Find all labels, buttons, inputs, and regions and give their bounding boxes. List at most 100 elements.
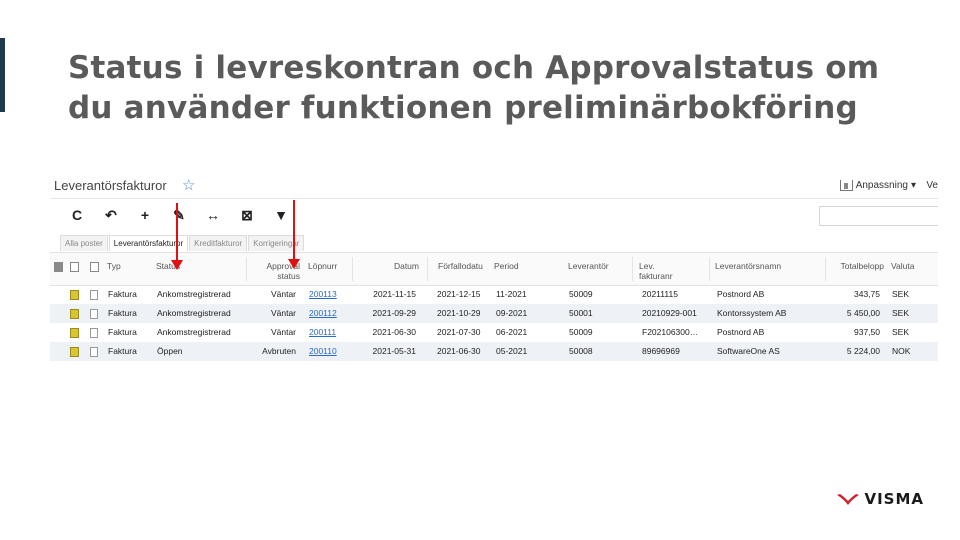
tab-kreditfakturor[interactable]: Kreditfakturor: [189, 235, 248, 251]
document-icon[interactable]: [90, 347, 98, 357]
tab-korrigeringar[interactable]: Korrigeringar: [248, 235, 305, 251]
col-header-valuta[interactable]: Valuta: [891, 261, 914, 271]
cell-status: Öppen: [157, 346, 183, 356]
col-header-lopnr[interactable]: Löpnurr: [308, 261, 337, 271]
cell-totalbelopp: 5 450,00: [846, 308, 880, 318]
table-row[interactable]: Faktura Öppen Avbruten 200110 2021-05-31…: [50, 342, 938, 361]
table-row[interactable]: Faktura Ankomstregistrerad Väntar 200112…: [50, 304, 938, 323]
table-row[interactable]: Faktura Ankomstregistrerad Väntar 200111…: [50, 323, 938, 342]
cell-datum: 2021-05-31: [372, 346, 416, 356]
col-header-totalbelopp[interactable]: Totalbelopp: [830, 261, 884, 271]
favorite-star-icon[interactable]: ☆: [182, 176, 195, 194]
cell-valuta: SEK: [892, 289, 910, 299]
note-icon[interactable]: [70, 309, 79, 319]
document-column-icon: [90, 262, 99, 272]
col-header-levfakt-line2: fakturanr: [639, 271, 673, 281]
note-icon[interactable]: [70, 347, 79, 357]
tab-alla-poster[interactable]: Alla poster: [60, 235, 108, 251]
tab-bar: Alla poster Leverantörsfakturor Kreditfa…: [60, 235, 305, 251]
column-separator: [825, 257, 826, 281]
page-title: Leverantörsfakturor: [54, 178, 167, 193]
cell-leverantor: 50009: [569, 327, 593, 337]
toolbar: C ↶ + ✎ ↔ ⊠ ▼: [60, 206, 298, 224]
col-header-forfallodatum[interactable]: Förfallodatu: [438, 261, 483, 271]
col-header-lev-fakturanr[interactable]: Lev. fakturanr: [639, 261, 673, 281]
cell-totalbelopp: 343,75: [854, 289, 880, 299]
chevron-down-icon: ▾: [910, 180, 916, 191]
note-icon[interactable]: [70, 328, 79, 338]
cell-valuta: SEK: [892, 308, 910, 318]
cell-typ: Faktura: [108, 327, 137, 337]
cell-lev-fakturanr: 89696969: [642, 346, 680, 356]
edit-icon[interactable]: ✎: [162, 206, 196, 224]
cell-leverantorsnamn: SoftwareOne AS: [717, 346, 780, 356]
column-separator: [352, 257, 353, 281]
cell-totalbelopp: 5 224,00: [846, 346, 880, 356]
search-input[interactable]: [819, 206, 938, 226]
refresh-icon[interactable]: C: [60, 206, 94, 224]
header-divider: [50, 198, 938, 199]
note-icon[interactable]: [70, 290, 79, 300]
cell-leverantor: 50009: [569, 289, 593, 299]
cell-lev-fakturanr: F202106300…: [642, 327, 699, 337]
cell-valuta: SEK: [892, 327, 910, 337]
cell-valuta: NOK: [892, 346, 911, 356]
chart-icon: [839, 180, 853, 191]
cell-leverantorsnamn: Kontorssystem AB: [717, 308, 787, 318]
truncated-menu-label[interactable]: Ve: [926, 180, 938, 191]
cell-forfallodatum: 2021-10-29: [437, 308, 481, 318]
cell-datum: 2021-06-30: [372, 327, 416, 337]
col-header-period[interactable]: Period: [494, 261, 519, 271]
note-column-icon: [70, 262, 79, 272]
column-separator: [246, 257, 247, 281]
add-icon[interactable]: +: [128, 206, 162, 224]
cell-period: 05-2021: [496, 346, 528, 356]
slide-title: Status i levreskontran och Approvalstatu…: [68, 48, 928, 128]
cell-approval-status: Väntar: [270, 327, 296, 337]
col-header-typ[interactable]: Typ: [107, 261, 121, 271]
cell-approval-status: Väntar: [270, 289, 296, 299]
document-icon[interactable]: [90, 290, 98, 300]
cell-period: 11-2021: [496, 289, 527, 299]
undo-icon[interactable]: ↶: [94, 206, 128, 224]
cell-forfallodatum: 2021-07-30: [437, 327, 481, 337]
cell-datum: 2021-11-15: [373, 289, 416, 299]
visma-logo: VISMA: [836, 490, 924, 508]
cell-lopnr-link[interactable]: 200110: [309, 346, 337, 356]
cell-lopnr-link[interactable]: 200113: [309, 289, 337, 299]
document-icon[interactable]: [90, 309, 98, 319]
cell-leverantor: 50008: [569, 346, 593, 356]
table-row[interactable]: Faktura Ankomstregistrerad Väntar 200113…: [50, 285, 938, 304]
customize-menu[interactable]: Anpassning ▾: [839, 180, 916, 191]
cell-typ: Faktura: [108, 308, 137, 318]
export-icon[interactable]: ⊠: [230, 206, 264, 224]
cell-datum: 2021-09-29: [372, 308, 416, 318]
cell-leverantorsnamn: Postnord AB: [717, 289, 765, 299]
column-separator: [427, 257, 428, 281]
column-separator: [632, 257, 633, 281]
cell-totalbelopp: 937,50: [854, 327, 880, 337]
customize-label: Anpassning: [855, 180, 908, 191]
cell-typ: Faktura: [108, 289, 137, 299]
cell-lev-fakturanr: 20210929-001: [642, 308, 697, 318]
slide-title-line-1: Status i levreskontran och Approvalstatu…: [68, 50, 880, 86]
fit-columns-icon[interactable]: ↔: [196, 206, 230, 224]
visma-logo-mark-icon: [837, 494, 860, 505]
col-header-levfakt-line1: Lev.: [639, 261, 655, 271]
col-header-leverantorsnamn[interactable]: Leverantörsnamn: [715, 261, 781, 271]
cell-lev-fakturanr: 20211115: [642, 289, 678, 299]
annotation-arrow-status: [171, 203, 183, 270]
col-header-leverantor[interactable]: Leverantör: [568, 261, 609, 271]
cell-status: Ankomstregistrerad: [157, 327, 231, 337]
cell-leverantor: 50001: [569, 308, 593, 318]
cell-leverantorsnamn: Postnord AB: [717, 327, 765, 337]
cell-period: 06-2021: [496, 327, 528, 337]
cell-lopnr-link[interactable]: 200111: [309, 327, 336, 337]
visma-logo-text: VISMA: [864, 490, 924, 508]
document-icon[interactable]: [90, 328, 98, 338]
column-separator: [709, 257, 710, 281]
cell-lopnr-link[interactable]: 200112: [309, 308, 337, 318]
col-header-datum[interactable]: Datum: [370, 261, 419, 271]
cell-forfallodatum: 2021-06-30: [437, 346, 481, 356]
cell-status: Ankomstregistrerad: [157, 308, 231, 318]
